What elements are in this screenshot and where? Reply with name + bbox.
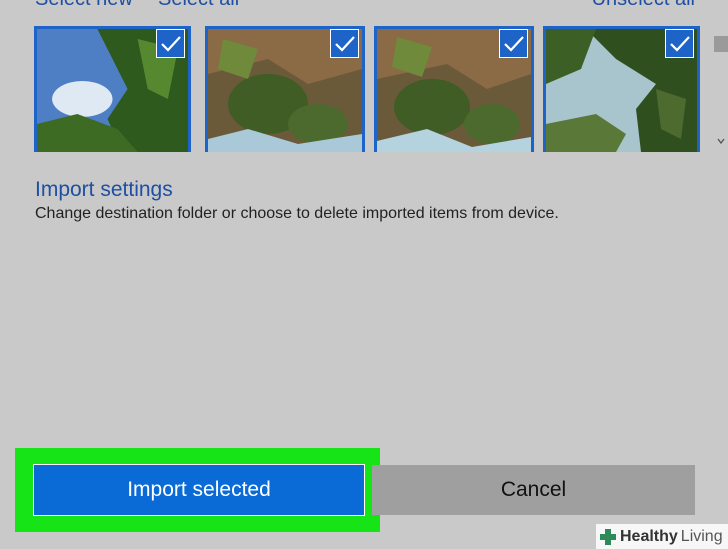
photo-thumbnail-1[interactable]	[34, 26, 191, 152]
checkmark-icon	[160, 35, 181, 52]
photo-thumbnail-2[interactable]	[205, 26, 365, 152]
photo-thumbnail-3[interactable]	[374, 26, 534, 152]
photo-checkbox-4[interactable]	[665, 29, 694, 58]
cancel-button[interactable]: Cancel	[372, 465, 695, 515]
import-settings-link[interactable]: Import settings	[35, 178, 173, 202]
import-settings-description: Change destination folder or choose to d…	[35, 205, 559, 222]
scrollbar-thumb[interactable]	[714, 36, 728, 52]
photo-checkbox-1[interactable]	[156, 29, 185, 58]
vertical-scrollbar[interactable]	[713, 0, 728, 152]
checkmark-icon	[669, 35, 690, 52]
import-selected-button[interactable]: Import selected	[33, 464, 365, 516]
checkmark-icon	[503, 35, 524, 52]
chevron-down-icon[interactable]	[716, 136, 726, 146]
top-links: Select new Select all Unselect all	[35, 0, 695, 9]
watermark-word-1: Healthy	[620, 527, 678, 545]
select-all-link[interactable]: Select all	[158, 0, 239, 9]
select-new-link[interactable]: Select new	[35, 0, 133, 9]
photo-checkbox-2[interactable]	[330, 29, 359, 58]
photo-thumbnail-strip	[34, 26, 714, 152]
watermark-word-2: Living	[680, 527, 723, 545]
checkmark-icon	[334, 35, 355, 52]
plus-logo-icon	[600, 528, 616, 545]
photo-checkbox-3[interactable]	[499, 29, 528, 58]
watermark: Healthy Living	[596, 524, 728, 549]
unselect-all-link[interactable]: Unselect all	[592, 0, 695, 9]
photo-thumbnail-4[interactable]	[543, 26, 700, 152]
